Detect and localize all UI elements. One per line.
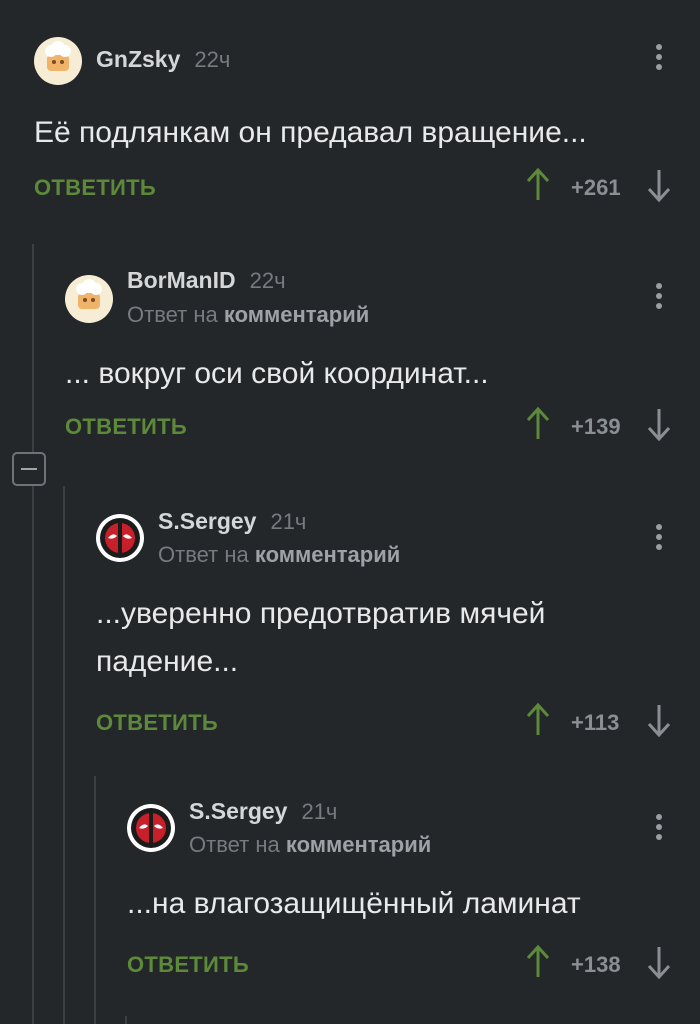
reply-to-link[interactable]: комментарий (255, 542, 400, 567)
reply-button[interactable]: ОТВЕТИТЬ (34, 175, 156, 201)
collapse-thread-button[interactable] (12, 452, 46, 486)
comment-time: 21ч (270, 509, 307, 534)
more-options-icon[interactable] (654, 283, 664, 313)
comment-text: ...уверенно предотвратив мячей падение..… (96, 597, 546, 678)
minus-icon (21, 468, 37, 470)
comment: GnZsky 22ч Её подлянкам он предавал враще… (34, 0, 700, 211)
comment-score: +139 (571, 414, 621, 439)
comment-actions: ОТВЕТИТЬ +138 (127, 940, 700, 988)
comment-header: S.Sergey 21ч Ответ на комментарий (127, 770, 700, 857)
more-options-icon[interactable] (654, 44, 664, 74)
more-options-icon[interactable] (654, 814, 664, 844)
thread-line (94, 776, 96, 1024)
upvote-arrow-icon[interactable] (525, 167, 551, 203)
comment-actions: ОТВЕТИТЬ +113 (96, 698, 700, 746)
chef-avatar[interactable] (34, 37, 82, 85)
more-options-icon[interactable] (654, 524, 664, 554)
downvote-arrow-icon[interactable] (646, 406, 672, 442)
comment-text: Её подлянкам он предавал вращение... (34, 116, 587, 149)
comments-page: GnZsky 22ч Её подлянкам он предавал враще… (0, 0, 700, 1024)
downvote-arrow-icon[interactable] (646, 702, 672, 738)
comment-time: 22ч (249, 268, 286, 293)
deadpool-avatar[interactable] (127, 804, 175, 852)
thread-line (125, 1016, 127, 1024)
reply-button[interactable]: ОТВЕТИТЬ (96, 710, 218, 736)
comment-author[interactable]: S.Sergey 21ч (158, 508, 306, 535)
comment-header: S.Sergey 21ч Ответ на комментарий (96, 480, 700, 567)
reply-to-label: Ответ на комментарий (189, 832, 432, 857)
reply-button[interactable]: ОТВЕТИТЬ (127, 952, 249, 978)
reply-to-label: Ответ на комментарий (158, 542, 401, 567)
comment: S.Sergey 21ч Ответ на комментарий ...на в… (127, 770, 700, 988)
upvote-arrow-icon[interactable] (525, 702, 551, 738)
comment-score: +261 (571, 175, 621, 200)
deadpool-avatar[interactable] (96, 514, 144, 562)
comment-actions: ОТВЕТИТЬ +139 (65, 402, 700, 450)
comment-actions: ОТВЕТИТЬ +261 (34, 163, 700, 211)
comment: BorManID 22ч Ответ на комментарий ... вок… (65, 239, 700, 450)
comment-time: 22ч (194, 47, 231, 72)
upvote-arrow-icon[interactable] (525, 406, 551, 442)
comment: S.Sergey 21ч Ответ на комментарий ...увер… (96, 480, 700, 746)
comment-text: ... вокруг оси свой координат... (65, 357, 489, 390)
comment-time: 21ч (301, 799, 338, 824)
reply-to-label: Ответ на комментарий (127, 302, 370, 327)
comment-score: +113 (571, 710, 620, 735)
reply-to-link[interactable]: комментарий (286, 832, 431, 857)
comment-author[interactable]: BorManID 22ч (127, 267, 286, 294)
comment-header: GnZsky 22ч (34, 0, 700, 85)
chef-avatar[interactable] (65, 275, 113, 323)
thread-line (63, 486, 65, 1024)
thread-line (32, 244, 34, 1024)
comment-text: ...на влагозащищённый ламинат (127, 887, 581, 920)
reply-button[interactable]: ОТВЕТИТЬ (65, 414, 187, 440)
downvote-arrow-icon[interactable] (646, 944, 672, 980)
downvote-arrow-icon[interactable] (646, 167, 672, 203)
comment-score: +138 (571, 952, 621, 977)
comment-author[interactable]: GnZsky 22ч (96, 46, 230, 73)
reply-to-link[interactable]: комментарий (224, 302, 369, 327)
upvote-arrow-icon[interactable] (525, 944, 551, 980)
comment-header: BorManID 22ч Ответ на комментарий (65, 239, 700, 327)
comment-author[interactable]: S.Sergey 21ч (189, 798, 337, 825)
